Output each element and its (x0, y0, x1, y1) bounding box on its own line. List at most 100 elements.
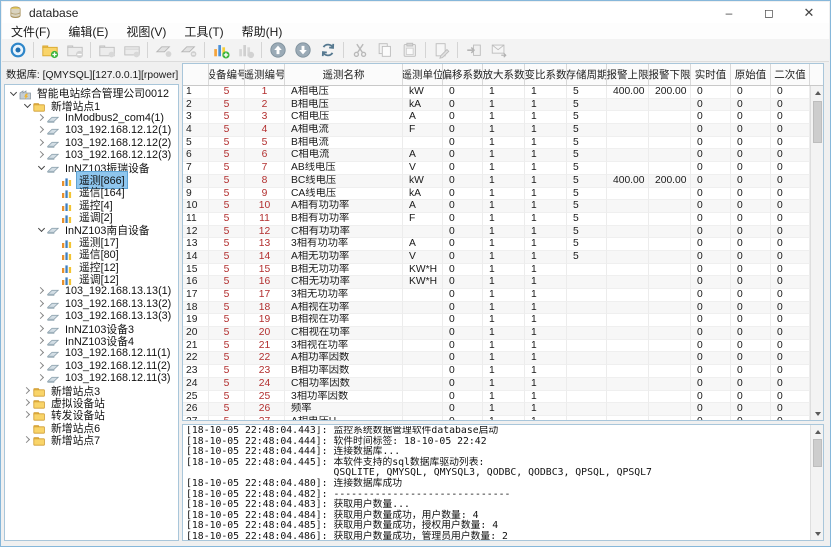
table-cell[interactable] (649, 200, 691, 213)
table-cell[interactable]: 0 (443, 226, 483, 239)
table-body[interactable]: 151A相电压kW0115400.00200.00000252B相电压kA011… (183, 86, 810, 420)
table-cell[interactable]: 3相功率因数 (285, 391, 403, 404)
column-header[interactable]: 遥测编号 (245, 64, 285, 85)
table-cell[interactable] (567, 352, 607, 365)
table-cell[interactable]: 0 (691, 314, 731, 327)
table-cell[interactable]: B相电压 (285, 99, 403, 112)
table-cell[interactable]: 0 (731, 391, 771, 404)
table-cell[interactable] (567, 276, 607, 289)
table-cell[interactable]: 10 (245, 200, 285, 213)
table-cell[interactable]: 5 (209, 340, 245, 353)
table-cell[interactable] (649, 137, 691, 150)
table-cell[interactable]: 5 (567, 251, 607, 264)
table-cell[interactable]: 400.00 (607, 175, 649, 188)
table-cell[interactable] (649, 162, 691, 175)
table-cell[interactable]: 0 (771, 264, 810, 277)
table-row[interactable]: 215213相视在功率011000 (183, 340, 810, 353)
table-row[interactable]: 175173相无功功率011000 (183, 289, 810, 302)
table-cell[interactable]: 0 (443, 314, 483, 327)
chevron-right-icon[interactable] (22, 410, 33, 421)
table-cell[interactable]: 1 (483, 352, 525, 365)
table-cell[interactable]: kA (403, 99, 443, 112)
table-cell[interactable]: 5 (567, 137, 607, 150)
table-cell[interactable]: 1 (483, 226, 525, 239)
table-cell[interactable]: 24 (245, 378, 285, 391)
table-cell[interactable]: 0 (443, 238, 483, 251)
table-cell[interactable]: 1 (525, 124, 567, 137)
table-cell[interactable]: 5 (209, 289, 245, 302)
table-cell[interactable] (649, 391, 691, 404)
table-cell[interactable]: 5 (209, 327, 245, 340)
row-number[interactable]: 7 (183, 162, 209, 175)
table-cell[interactable]: CA线电压 (285, 188, 403, 201)
table-cell[interactable]: 0 (771, 289, 810, 302)
table-cell[interactable]: 4 (245, 124, 285, 137)
table-cell[interactable]: 0 (771, 226, 810, 239)
table-cell[interactable]: 0 (691, 226, 731, 239)
table-cell[interactable] (649, 188, 691, 201)
table-cell[interactable] (649, 149, 691, 162)
refresh-icon[interactable] (315, 40, 340, 61)
table-cell[interactable]: 0 (443, 264, 483, 277)
table-cell[interactable] (649, 327, 691, 340)
table-cell[interactable]: 1 (525, 314, 567, 327)
table-cell[interactable]: 25 (245, 391, 285, 404)
table-cell[interactable] (607, 289, 649, 302)
table-cell[interactable]: 0 (443, 365, 483, 378)
table-cell[interactable]: 5 (209, 188, 245, 201)
table-cell[interactable]: 1 (525, 403, 567, 416)
table-row[interactable]: 19519B相视在功率011000 (183, 314, 810, 327)
table-cell[interactable] (403, 391, 443, 404)
table-cell[interactable] (403, 340, 443, 353)
table-row[interactable]: 20520C相视在功率011000 (183, 327, 810, 340)
row-number[interactable]: 12 (183, 226, 209, 239)
table-cell[interactable]: 0 (731, 149, 771, 162)
row-number[interactable]: 16 (183, 276, 209, 289)
table-cell[interactable]: A相有功功率 (285, 200, 403, 213)
table-cell[interactable]: 0 (443, 149, 483, 162)
table-cell[interactable]: 0 (691, 86, 731, 99)
table-cell[interactable]: 27 (245, 416, 285, 420)
tree-item[interactable]: 103_192.168.13.13(2) (5, 298, 178, 310)
scroll-up-icon[interactable] (811, 425, 824, 438)
table-cell[interactable]: B相视在功率 (285, 314, 403, 327)
table-cell[interactable] (567, 314, 607, 327)
table-cell[interactable]: 0 (731, 238, 771, 251)
table-cell[interactable]: A (403, 200, 443, 213)
row-number[interactable]: 19 (183, 314, 209, 327)
table-cell[interactable]: 0 (691, 137, 731, 150)
table-cell[interactable] (567, 403, 607, 416)
table-cell[interactable]: 5 (245, 137, 285, 150)
table-cell[interactable]: 0 (443, 302, 483, 315)
table-cell[interactable]: 200.00 (649, 175, 691, 188)
table-cell[interactable] (403, 289, 443, 302)
table-cell[interactable]: 1 (483, 124, 525, 137)
row-number[interactable]: 5 (183, 137, 209, 150)
table-cell[interactable]: 5 (209, 124, 245, 137)
tree-item[interactable]: 103_192.168.13.13(1) (5, 285, 178, 297)
table-cell[interactable] (607, 162, 649, 175)
table-cell[interactable]: 5 (209, 276, 245, 289)
table-row[interactable]: 151A相电压kW0115400.00200.00000 (183, 86, 810, 99)
table-cell[interactable]: 0 (731, 175, 771, 188)
table-cell[interactable]: 0 (443, 137, 483, 150)
table-cell[interactable]: 1 (525, 352, 567, 365)
chevron-down-icon[interactable] (36, 162, 47, 173)
chevron-down-icon[interactable] (8, 88, 19, 99)
column-header[interactable]: 变比系数 (525, 64, 567, 85)
table-cell[interactable]: 1 (525, 137, 567, 150)
table-cell[interactable]: 0 (691, 340, 731, 353)
table-cell[interactable] (567, 365, 607, 378)
table-cell[interactable]: 0 (691, 264, 731, 277)
table-cell[interactable]: 0 (731, 365, 771, 378)
table-cell[interactable]: 1 (483, 188, 525, 201)
table-cell[interactable] (567, 378, 607, 391)
table-cell[interactable] (607, 200, 649, 213)
table-cell[interactable]: C相视在功率 (285, 327, 403, 340)
table-cell[interactable]: 1 (483, 111, 525, 124)
table-cell[interactable] (649, 314, 691, 327)
row-number[interactable]: 3 (183, 111, 209, 124)
table-cell[interactable]: 1 (483, 200, 525, 213)
table-cell[interactable]: 0 (443, 352, 483, 365)
table-cell[interactable] (403, 365, 443, 378)
